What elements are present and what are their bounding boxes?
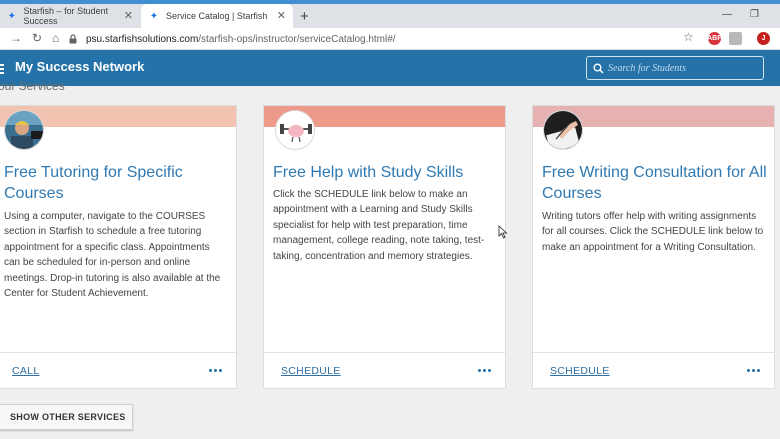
more-options-icon[interactable] [209,369,222,372]
extension-icon[interactable] [729,32,742,45]
more-options-icon[interactable] [747,369,760,372]
card-title: Free Writing Consultation for All Course… [542,164,767,202]
service-card: Free Writing Consultation for All Course… [532,105,775,389]
card-title: Free Tutoring for Specific Courses [4,164,183,202]
card-description: Using a computer, navigate to the COURSE… [4,211,221,300]
service-card: Free Help with Study Skills Click the SC… [263,105,506,389]
url-host: psu.starfishsolutions.com [86,33,199,45]
schedule-link[interactable]: SCHEDULE [550,365,610,377]
lock-icon [68,34,78,44]
app-header: My Success Network [0,50,780,86]
new-tab-plus-icon[interactable]: + [300,8,309,25]
home-icon[interactable]: ⌂ [52,31,59,45]
tab-title: Starfish – for Student Success [23,6,109,26]
adblock-extension-icon[interactable]: ABP [707,32,722,45]
close-icon[interactable]: ✕ [277,9,286,22]
tab-title: Service Catalog | Starfish [166,11,268,21]
app-title: My Success Network [15,59,145,74]
profile-avatar[interactable]: J [757,32,770,45]
schedule-link[interactable]: SCHEDULE [281,365,341,377]
starfish-favicon-icon: ✦ [149,10,159,22]
show-other-services-button[interactable]: SHOW OTHER SERVICES [0,404,133,430]
card-footer: SCHEDULE [533,352,774,388]
brain-weightlifting-icon [275,110,315,150]
menu-icon[interactable] [0,64,4,76]
tab-service-catalog[interactable]: ✦ Service Catalog | Starfish ✕ [141,4,293,28]
tab-starfish-student-success[interactable]: ✦ Starfish – for Student Success ✕ [0,4,140,28]
maximize-icon[interactable]: ❐ [750,9,759,20]
card-title: Free Help with Study Skills [273,164,464,181]
starfish-favicon-icon: ✦ [7,10,16,22]
search-input[interactable] [608,62,758,74]
card-footer: SCHEDULE [264,352,505,388]
address-bar: → ↻ ⌂ psu.starfishsolutions.com /starfis… [0,28,780,50]
url-path: /starfish-ops/instructor/serviceCatalog.… [198,33,396,45]
browser-tab-bar: ✦ Starfish – for Student Success ✕ ✦ Ser… [0,4,780,28]
student-search-box[interactable] [586,56,764,80]
card-footer: CALL [0,352,236,388]
writing-hand-icon [543,110,583,150]
tutoring-photo-icon [4,110,44,150]
url-field[interactable]: psu.starfishsolutions.com /starfish-ops/… [68,30,708,48]
bookmark-star-icon[interactable]: ☆ [683,30,694,44]
reload-icon[interactable]: ↻ [32,31,42,45]
section-title: our Services [0,79,65,93]
call-link[interactable]: CALL [12,365,39,377]
card-description: Click the SCHEDULE link below to make an… [273,189,485,262]
search-icon [593,63,604,74]
minimize-icon[interactable]: — [722,9,732,20]
close-icon[interactable]: ✕ [124,9,133,22]
mouse-cursor-icon [498,225,508,239]
more-options-icon[interactable] [478,369,491,372]
forward-arrow-icon[interactable]: → [10,31,22,45]
service-card: Free Tutoring for Specific Courses Using… [0,105,237,389]
card-description: Writing tutors offer help with writing a… [542,211,764,253]
